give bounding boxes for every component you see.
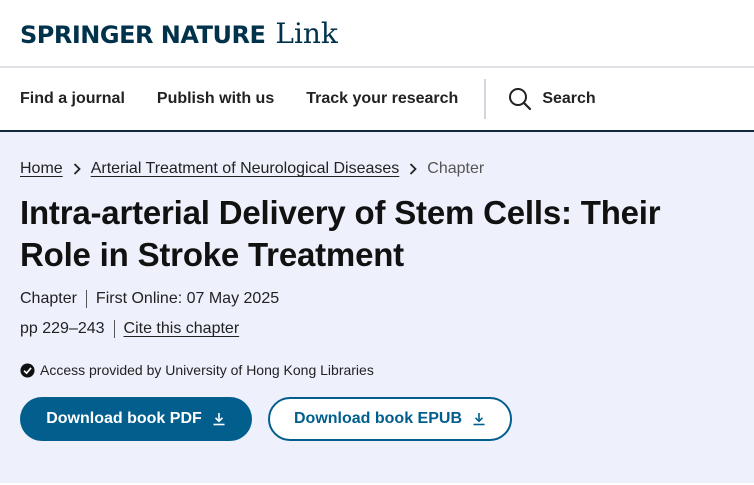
search-icon [509, 88, 532, 111]
main-nav: Find a journal Publish with us Track you… [0, 68, 754, 132]
breadcrumb-home[interactable]: Home [20, 160, 63, 178]
access-text: Access provided by University of Hong Ko… [40, 362, 374, 378]
download-epub-label: Download book EPUB [294, 410, 462, 427]
nav-publish-with-us[interactable]: Publish with us [157, 90, 274, 108]
logo-link-text: Link [275, 16, 338, 50]
article-header-section: Home Arterial Treatment of Neurological … [0, 132, 754, 483]
nav-find-journal[interactable]: Find a journal [20, 90, 125, 108]
cite-this-chapter-link[interactable]: Cite this chapter [124, 320, 240, 338]
springer-nature-link-logo[interactable]: SPRINGER NATURE Link [20, 17, 338, 50]
breadcrumb-book[interactable]: Arterial Treatment of Neurological Disea… [91, 160, 400, 178]
access-notice: Access provided by University of Hong Ko… [20, 362, 734, 378]
download-pdf-label: Download book PDF [46, 410, 202, 427]
chevron-right-icon [73, 163, 81, 175]
site-header: SPRINGER NATURE Link [0, 0, 754, 68]
meta-divider [113, 320, 115, 338]
content-type: Chapter [20, 290, 77, 307]
article-meta: Chapter First Online: 07 May 2025 [20, 290, 734, 308]
download-pdf-button[interactable]: Download book PDF [20, 397, 252, 441]
article-pages-row: pp 229–243 Cite this chapter [20, 320, 734, 338]
first-online-date: First Online: 07 May 2025 [95, 290, 280, 307]
nav-track-research[interactable]: Track your research [306, 90, 458, 108]
download-epub-button[interactable]: Download book EPUB [268, 397, 512, 441]
download-buttons: Download book PDF Download book EPUB [20, 397, 734, 441]
breadcrumb: Home Arterial Treatment of Neurological … [20, 160, 734, 178]
download-icon [213, 413, 225, 426]
search-label: Search [542, 90, 596, 107]
meta-divider [85, 290, 87, 308]
check-circle-icon [20, 362, 35, 378]
download-icon [473, 413, 485, 426]
chevron-right-icon [409, 163, 418, 175]
page-title: Intra-arterial Delivery of Stem Cells: T… [20, 194, 661, 273]
nav-divider [484, 79, 487, 119]
breadcrumb-current: Chapter [427, 160, 485, 177]
search-button[interactable]: Search [508, 87, 596, 111]
logo-brand-text: SPRINGER NATURE [20, 20, 266, 49]
page-range: pp 229–243 [20, 320, 105, 337]
